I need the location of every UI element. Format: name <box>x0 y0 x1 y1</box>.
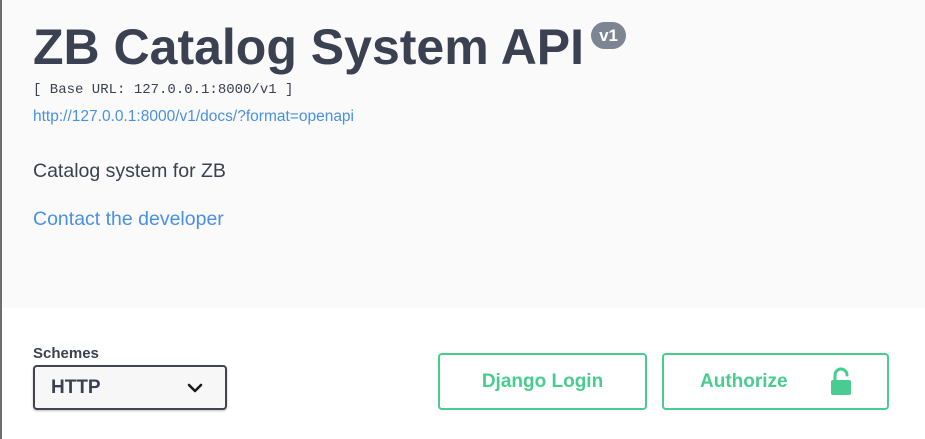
authorize-button[interactable]: Authorize <box>662 353 889 410</box>
version-badge: v1 <box>591 22 626 49</box>
schemes-select[interactable]: HTTP <box>33 365 227 410</box>
authorize-label: Authorize <box>700 370 788 392</box>
django-login-label: Django Login <box>481 370 604 392</box>
base-url: [ Base URL: 127.0.0.1:8000/v1 ] <box>33 82 294 98</box>
chevron-down-icon <box>187 383 203 392</box>
api-description: Catalog system for ZB <box>33 160 226 182</box>
schemes-label: Schemes <box>33 345 99 362</box>
schemes-selected-value: HTTP <box>51 376 101 398</box>
openapi-docs-link[interactable]: http://127.0.0.1:8000/v1/docs/?format=op… <box>33 108 354 126</box>
django-login-button[interactable]: Django Login <box>438 353 647 410</box>
title-row: ZB Catalog System API v1 <box>33 16 626 78</box>
lock-icon <box>831 367 851 395</box>
contact-developer-link[interactable]: Contact the developer <box>33 208 224 231</box>
api-info-section: ZB Catalog System API v1 [ Base URL: 127… <box>2 0 925 308</box>
page-title: ZB Catalog System API <box>33 19 585 75</box>
